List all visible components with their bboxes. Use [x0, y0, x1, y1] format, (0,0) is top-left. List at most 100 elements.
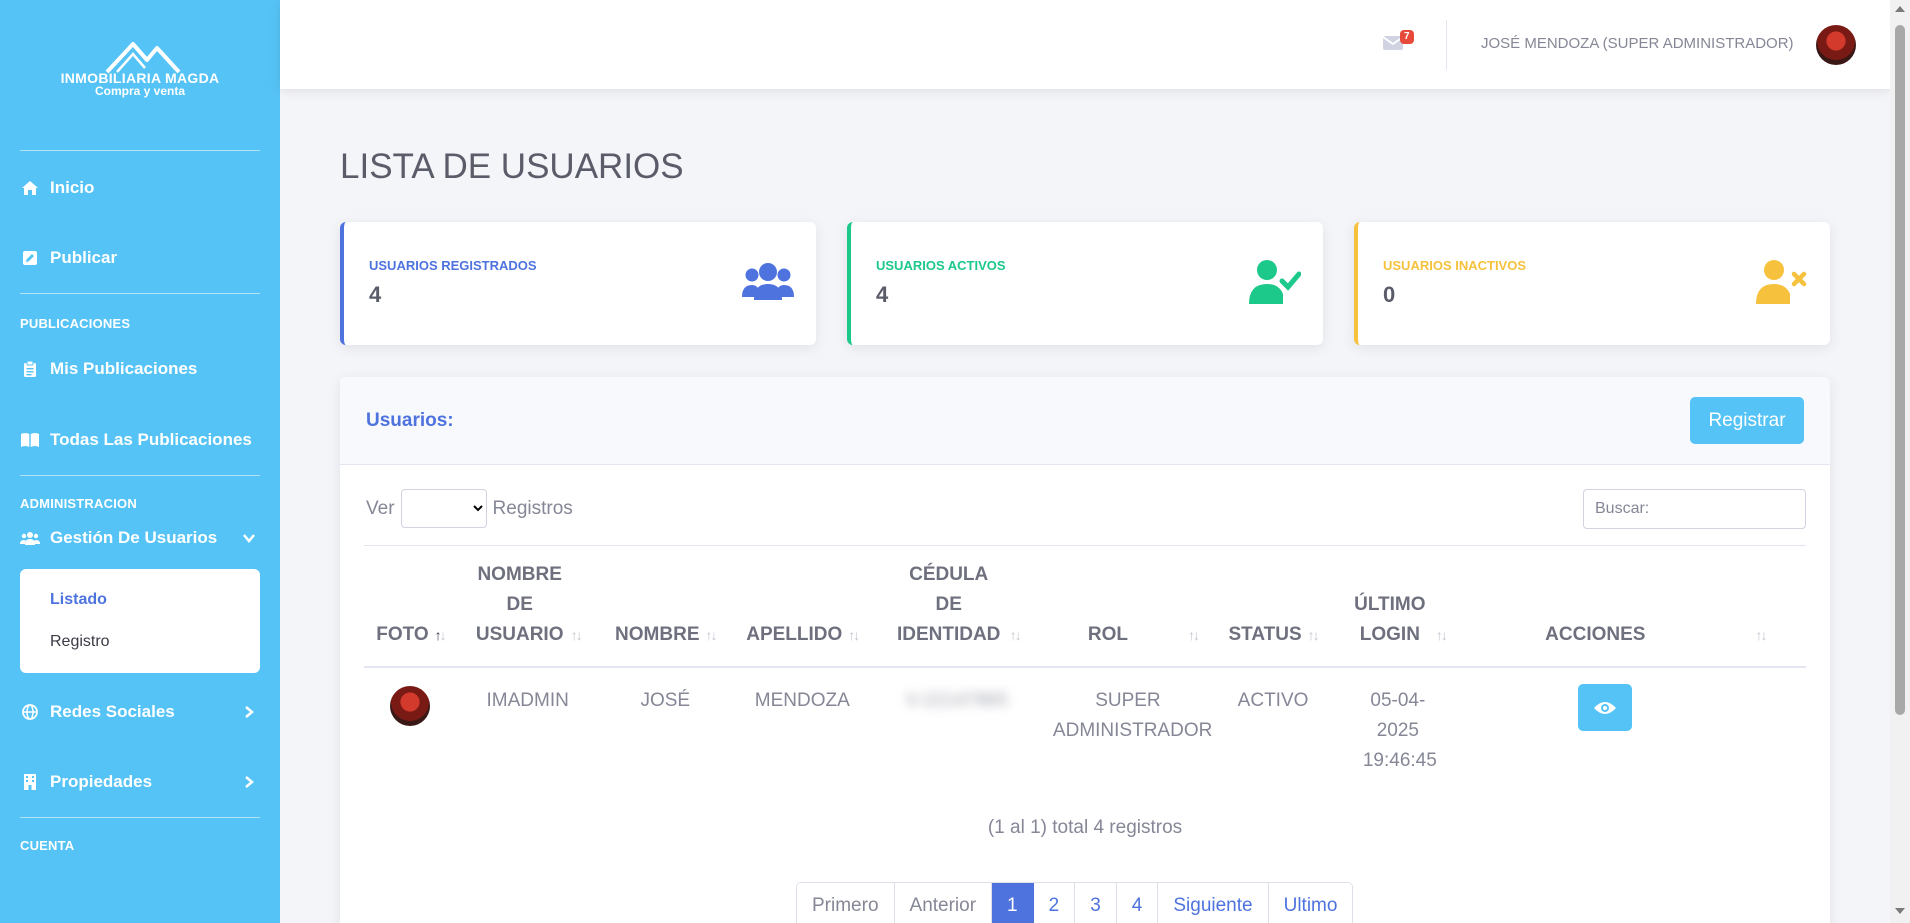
- edit-icon: [20, 249, 40, 267]
- cell-foto: [364, 667, 457, 785]
- sort-icon: ↑↓: [1307, 627, 1320, 643]
- building-icon: [20, 773, 40, 791]
- cell-rol: SUPER ADMINISTRADOR: [1041, 667, 1215, 785]
- sidebar-item-redes-sociales[interactable]: Redes Sociales: [0, 677, 280, 747]
- column-header-acciones[interactable]: ACCIONES ↑↓: [1464, 545, 1806, 668]
- sidebar-item-label: Todas Las Publicaciones: [50, 430, 252, 449]
- sidebar-divider: [20, 150, 260, 151]
- users-table: FOTO ↑↓ NOMBRE DE USUARIO ↑↓ NOMBRE ↑↓ APEL…: [364, 545, 1806, 785]
- users-table-card: Usuarios: Registrar Ver Registros FOTO ↑↓…: [340, 377, 1830, 923]
- submenu-item-registro[interactable]: Registro: [20, 621, 260, 663]
- chevron-right-icon: [245, 776, 254, 788]
- sort-icon: ↑↓: [570, 627, 583, 643]
- sidebar-item-label: Propiedades: [50, 772, 153, 791]
- pagination-next[interactable]: Siguiente: [1158, 883, 1269, 923]
- logo-icon: [105, 42, 181, 74]
- stat-value: 4: [876, 282, 889, 307]
- search-input[interactable]: [1583, 489, 1806, 529]
- sort-icon: ↑↓: [705, 627, 718, 643]
- section-heading-publicaciones: PUBLICACIONES: [20, 316, 131, 331]
- pagination-page-4[interactable]: 4: [1116, 883, 1159, 923]
- column-header-label: ROL: [1087, 624, 1128, 645]
- sidebar-item-label: Publicar: [50, 248, 118, 267]
- cell-acciones: [1465, 667, 1806, 785]
- globe-icon: [20, 703, 40, 721]
- submenu-gestion-usuarios: Listado Registro: [20, 569, 260, 673]
- pagination-page-1[interactable]: 1: [992, 883, 1034, 923]
- scroll-up-icon[interactable]: [1895, 6, 1905, 12]
- table-card-header: Usuarios: Registrar: [340, 377, 1830, 465]
- users-icon: [742, 263, 794, 300]
- column-header-label: ÚLTIMO LOGIN: [1354, 594, 1426, 645]
- sidebar-item-inicio[interactable]: Inicio: [0, 153, 280, 223]
- user-name[interactable]: JOSÉ MENDOZA (SUPER ADMINISTRADOR): [1481, 35, 1794, 52]
- cell-usuario: IMADMIN: [486, 690, 569, 711]
- column-header-nombre[interactable]: NOMBRE ↑↓: [598, 545, 733, 668]
- stat-value: 4: [369, 282, 382, 307]
- avatar[interactable]: [1816, 25, 1856, 65]
- pagination-page-2[interactable]: 2: [1033, 883, 1076, 923]
- register-button[interactable]: Registrar: [1690, 397, 1804, 444]
- brand-tagline: Compra y venta: [94, 84, 186, 98]
- column-header-label: FOTO: [376, 624, 429, 645]
- stat-label: USUARIOS REGISTRADOS: [369, 258, 537, 273]
- sidebar-item-label: Inicio: [50, 178, 95, 197]
- chevron-right-icon: [245, 706, 254, 718]
- table-summary: (1 al 1) total 4 registros: [987, 817, 1183, 838]
- column-header-foto[interactable]: FOTO ↑↓: [364, 545, 457, 668]
- sidebar-item-todas-publicaciones[interactable]: Todas Las Publicaciones: [0, 405, 280, 475]
- show-prefix-label: Ver: [366, 497, 395, 519]
- stat-label: USUARIOS INACTIVOS: [1383, 258, 1527, 273]
- cell-ultimo-login: 05-04-2025 19:46:45: [1331, 667, 1465, 785]
- scroll-down-icon[interactable]: [1895, 908, 1905, 914]
- pagination-previous[interactable]: Anterior: [894, 883, 993, 923]
- sidebar-item-propiedades[interactable]: Propiedades: [0, 747, 280, 817]
- chevron-down-icon: [243, 534, 255, 543]
- column-header-usuario[interactable]: NOMBRE DE USUARIO ↑↓: [456, 545, 599, 668]
- stat-card-activos: USUARIOS ACTIVOS 4: [847, 222, 1323, 345]
- users-icon: [20, 529, 40, 547]
- column-header-label: NOMBRE DE USUARIO: [475, 564, 564, 645]
- column-header-status[interactable]: STATUS ↑↓: [1215, 545, 1332, 668]
- pagination-first[interactable]: Primero: [797, 883, 895, 923]
- sidebar-item-publicar[interactable]: Publicar: [0, 223, 280, 293]
- table-row: IMADMIN JOSÉ MENDOZA V-22147865 SUPER AD…: [364, 667, 1806, 785]
- stat-value: 0: [1383, 282, 1396, 307]
- scrollbar[interactable]: [1890, 0, 1910, 923]
- scroll-thumb[interactable]: [1895, 25, 1905, 715]
- sort-icon: ↑↓: [434, 627, 447, 643]
- column-header-label: CÉDULA DE IDENTIDAD: [896, 564, 1001, 645]
- sidebar-divider: [20, 475, 260, 476]
- column-header-label: APELLIDO: [746, 624, 843, 645]
- column-header-rol[interactable]: ROL ↑↓: [1040, 545, 1215, 668]
- cell-nombre: JOSÉ: [640, 690, 691, 711]
- column-header-cedula[interactable]: CÉDULA DE IDENTIDAD ↑↓: [872, 545, 1041, 668]
- ultimo-login-value: 05-04-2025 19:46:45: [1362, 690, 1437, 771]
- table-header-row: FOTO ↑↓ NOMBRE DE USUARIO ↑↓ NOMBRE ↑↓ APEL…: [364, 545, 1806, 668]
- brand[interactable]: INMOBILIARIA MAGDA Compra y venta: [0, 0, 280, 150]
- stat-card-inactivos: USUARIOS INACTIVOS 0: [1354, 222, 1830, 345]
- submenu-item-listado[interactable]: Listado: [20, 579, 260, 621]
- stat-label: USUARIOS ACTIVOS: [876, 258, 1006, 273]
- column-header-label: NOMBRE: [615, 624, 700, 645]
- column-header-label: ACCIONES: [1545, 624, 1646, 645]
- page-title: LISTA DE USUARIOS: [340, 147, 684, 186]
- column-header-ultimo-login[interactable]: ÚLTIMO LOGIN ↑↓: [1331, 545, 1465, 668]
- topbar: 7 JOSÉ MENDOZA (SUPER ADMINISTRADOR): [280, 0, 1890, 89]
- sidebar-item-label: Redes Sociales: [50, 702, 175, 721]
- pagination-page-3[interactable]: 3: [1075, 883, 1117, 923]
- page-length-select[interactable]: [400, 489, 487, 528]
- sidebar-item-mis-publicaciones[interactable]: Mis Publicaciones: [0, 341, 280, 397]
- sidebar-item-label: Gestión De Usuarios: [50, 528, 218, 547]
- pagination-last[interactable]: Ultimo: [1268, 883, 1353, 923]
- view-button[interactable]: [1578, 684, 1633, 731]
- table-card-title: Usuarios:: [366, 410, 454, 431]
- eye-icon: [1594, 701, 1617, 714]
- stat-card-registrados: USUARIOS REGISTRADOS 4: [340, 222, 816, 345]
- sidebar-item-gestion-usuarios[interactable]: Gestión De Usuarios: [0, 513, 280, 563]
- user-check-icon: [1249, 260, 1301, 304]
- cell-cedula: V-22147865: [873, 667, 1041, 785]
- sidebar-divider: [20, 293, 260, 294]
- column-header-apellido[interactable]: APELLIDO ↑↓: [732, 545, 873, 668]
- notification-badge: 7: [1400, 30, 1414, 44]
